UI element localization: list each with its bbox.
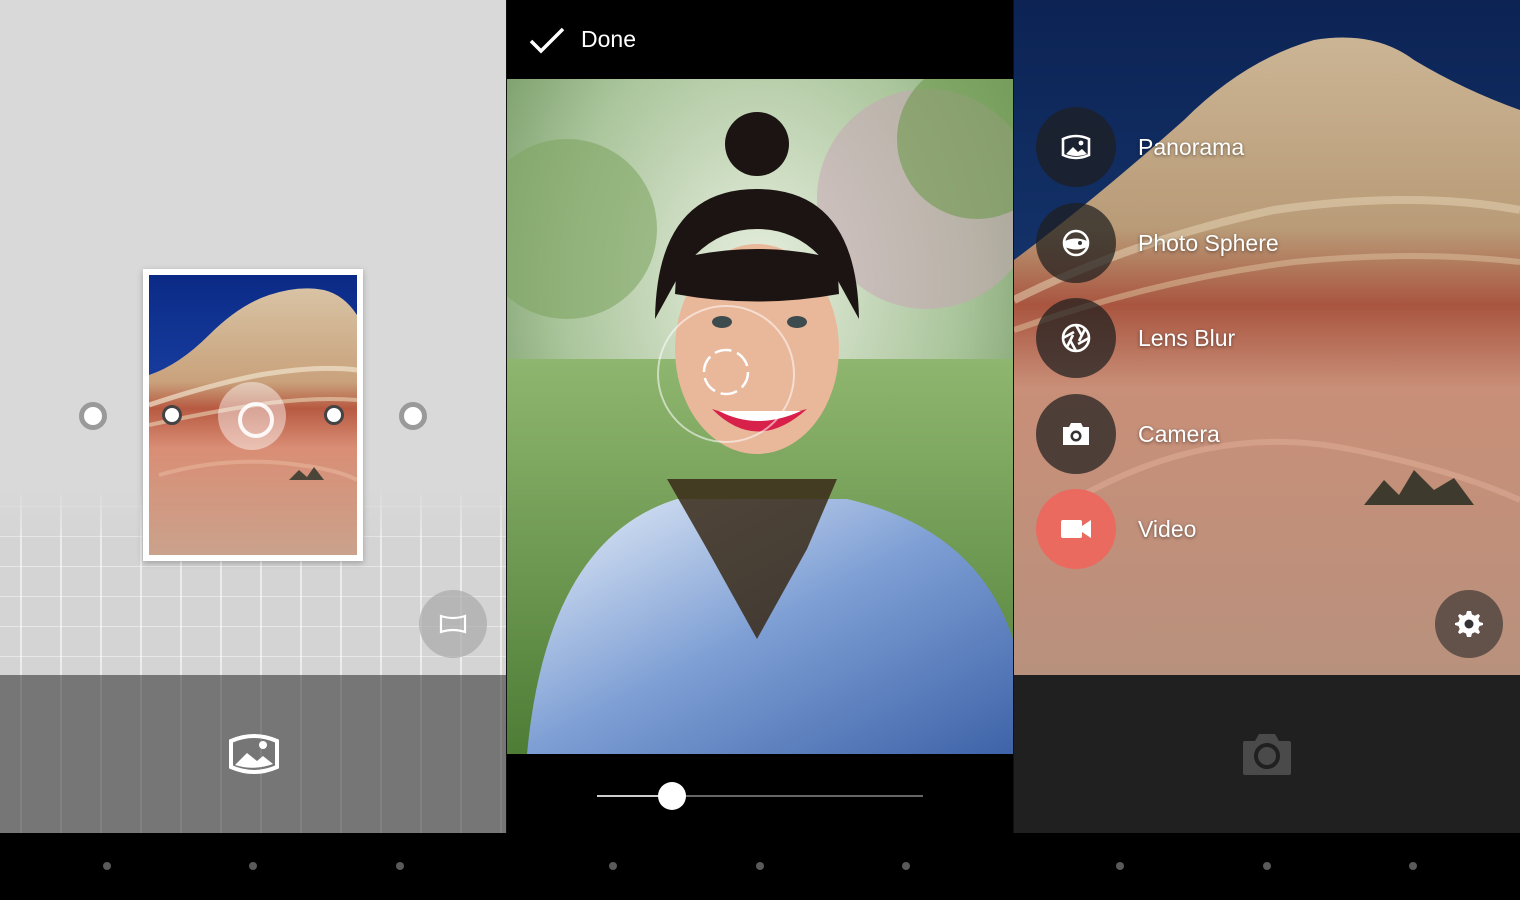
- done-label: Done: [581, 26, 636, 52]
- lens-blur-editor-screen: Done: [507, 0, 1013, 833]
- camera-mode-menu-screen: Panorama Photo Sphere Lens Blur Camera Video: [1014, 0, 1520, 833]
- nav-home-dot[interactable]: [249, 862, 257, 870]
- alignment-dot-far-left: [79, 402, 107, 430]
- photo-sphere-icon: [1036, 203, 1116, 283]
- mode-label: Lens Blur: [1138, 324, 1236, 351]
- focus-reticle-icon: [702, 348, 750, 396]
- gear-icon: [1455, 611, 1483, 637]
- panorama-orientation-button[interactable]: [419, 590, 487, 658]
- panorama-icon: [229, 734, 279, 774]
- settings-button[interactable]: [1435, 590, 1503, 658]
- nav-back-dot[interactable]: [609, 862, 617, 870]
- alignment-dot-right: [324, 405, 344, 425]
- nav-back-dot[interactable]: [103, 862, 111, 870]
- alignment-dot-left: [162, 405, 182, 425]
- check-icon: [529, 27, 565, 53]
- mode-label: Video: [1138, 515, 1197, 542]
- nav-recents-dot[interactable]: [1409, 862, 1417, 870]
- done-button[interactable]: Done: [529, 26, 636, 54]
- screenshot-collage: Done Panorama Photo Sphere Lens Blur Cam…: [0, 0, 1520, 900]
- mode-item-lens-blur[interactable]: Lens Blur: [1036, 298, 1235, 378]
- panorama-icon: [1036, 107, 1116, 187]
- nav-back-dot[interactable]: [1116, 862, 1124, 870]
- mode-item-panorama[interactable]: Panorama: [1036, 107, 1244, 187]
- panorama-capture-screen: [0, 0, 506, 833]
- panorama-shutter-button[interactable]: [227, 727, 281, 781]
- alignment-dot-far-right: [399, 402, 427, 430]
- nav-home-dot[interactable]: [1263, 862, 1271, 870]
- portrait-photo[interactable]: [507, 79, 1013, 754]
- mode-item-camera[interactable]: Camera: [1036, 394, 1220, 474]
- panorama-frame-icon: [439, 614, 467, 634]
- nav-home-dot[interactable]: [756, 862, 764, 870]
- mode-label: Camera: [1138, 420, 1220, 447]
- camera-icon: [1243, 734, 1291, 775]
- mode-item-photo-sphere[interactable]: Photo Sphere: [1036, 203, 1279, 283]
- alignment-target: [218, 382, 286, 450]
- mode-label: Photo Sphere: [1138, 229, 1279, 256]
- camera-icon: [1036, 394, 1116, 474]
- lens-blur-icon: [1036, 298, 1116, 378]
- nav-recents-dot[interactable]: [902, 862, 910, 870]
- blur-slider-thumb[interactable]: [657, 782, 686, 810]
- mode-label: Panorama: [1138, 133, 1245, 160]
- video-icon: [1036, 489, 1116, 569]
- camera-shutter-button[interactable]: [1241, 729, 1293, 779]
- nav-recents-dot[interactable]: [396, 862, 404, 870]
- mode-item-video[interactable]: Video: [1036, 489, 1196, 569]
- editor-top-bar: Done: [507, 0, 1013, 79]
